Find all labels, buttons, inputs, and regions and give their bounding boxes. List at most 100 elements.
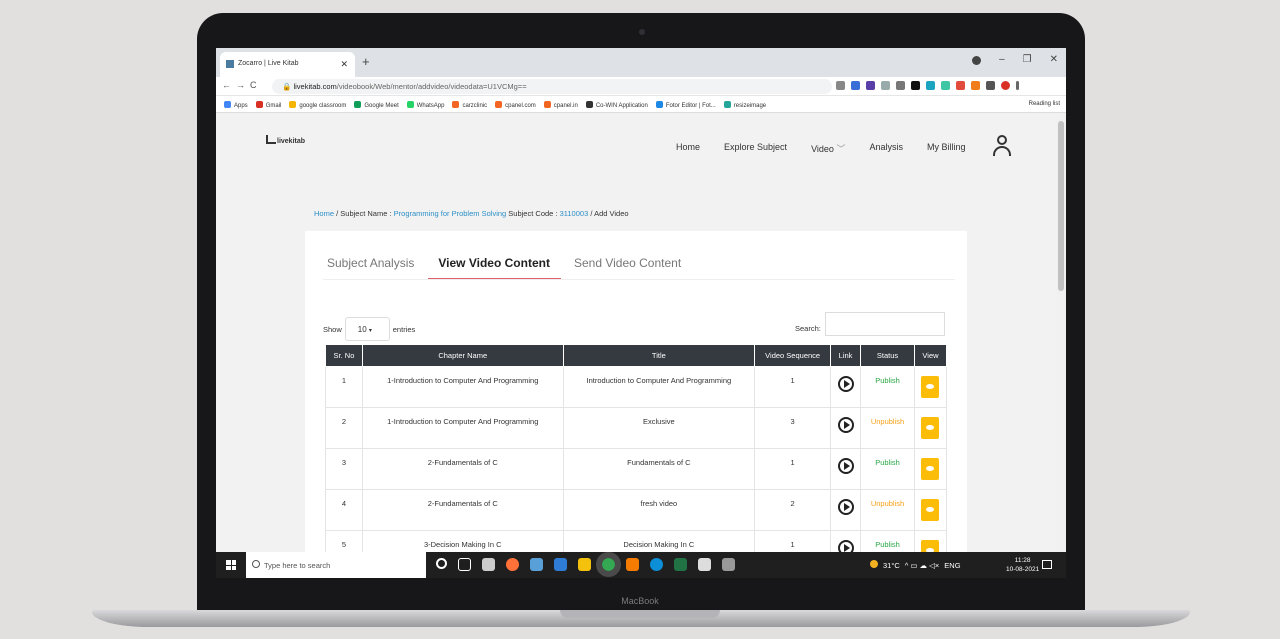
eye-icon[interactable]: [921, 417, 940, 439]
close-window-button[interactable]: ✕: [1050, 54, 1058, 65]
profile-avatar[interactable]: [1001, 81, 1010, 90]
maximize-button[interactable]: ❐: [1023, 54, 1032, 65]
system-tray: 31°C ^ ▭ ☁ ◁× ENG: [870, 560, 961, 570]
bookmark[interactable]: cpanel.com: [495, 101, 536, 112]
cell-title: Exclusive: [562, 407, 756, 449]
column-header[interactable]: Title: [562, 344, 756, 367]
url-field[interactable]: 🔒 livekitab.com/videobook/Web/mentor/add…: [272, 79, 832, 94]
cortana-icon[interactable]: [436, 558, 447, 569]
store-icon[interactable]: [698, 558, 711, 571]
entries-select[interactable]: 10 ▾: [344, 317, 390, 341]
column-header[interactable]: Status: [860, 344, 915, 367]
bookmark[interactable]: Apps: [224, 101, 248, 112]
chrome-icon[interactable]: [596, 552, 621, 577]
tab-view-video-content[interactable]: View Video Content: [428, 256, 561, 280]
eye-icon[interactable]: [921, 540, 940, 552]
play-icon[interactable]: [837, 499, 854, 515]
site-logo[interactable]: livekitab: [266, 135, 305, 145]
app-icon[interactable]: [530, 558, 543, 571]
search-input[interactable]: [824, 312, 945, 336]
cell-title: Introduction to Computer And Programming: [562, 366, 756, 408]
menu-icon[interactable]: [1016, 81, 1019, 90]
tab-send-video-content[interactable]: Send Video Content: [574, 256, 692, 280]
minimize-button[interactable]: –: [999, 54, 1005, 65]
eye-icon[interactable]: [921, 376, 940, 398]
close-tab-icon[interactable]: ✕: [340, 59, 348, 70]
eye-icon[interactable]: [921, 499, 940, 521]
cell-seq: 1: [754, 530, 832, 552]
column-header[interactable]: Video Sequence: [754, 344, 832, 367]
extension-icon[interactable]: [851, 81, 860, 90]
file-explorer-icon[interactable]: [578, 558, 591, 571]
app-icon[interactable]: [674, 558, 687, 571]
bookmark[interactable]: resizeimage: [723, 101, 766, 112]
bookmark[interactable]: Gmail: [255, 101, 281, 112]
weather-temp[interactable]: 31°C: [883, 561, 900, 570]
app-icon[interactable]: [722, 558, 735, 571]
record-icon[interactable]: [972, 56, 982, 65]
status-badge: Unpublish: [860, 489, 915, 531]
breadcrumb-code[interactable]: 3110003: [560, 209, 589, 218]
breadcrumb-subject[interactable]: Programming for Problem Solving: [394, 209, 507, 218]
extension-icon[interactable]: [911, 81, 920, 90]
taskbar-clock[interactable]: 11:28 10-08-2021: [1006, 556, 1039, 574]
notification-icon[interactable]: [1042, 560, 1052, 569]
bookmark[interactable]: google classroom: [289, 101, 346, 112]
bookmark[interactable]: carzclinic: [452, 101, 487, 112]
column-header[interactable]: View: [913, 344, 948, 367]
window-controls: – ❐ ✕: [972, 54, 1058, 65]
edge-icon[interactable]: [650, 558, 663, 571]
extension-icon[interactable]: [881, 81, 890, 90]
user-icon[interactable]: [992, 135, 1012, 157]
address-bar-row: ←→C 🔒 livekitab.com/videobook/Web/mentor…: [216, 77, 1066, 96]
table-row: 4 2-Fundamentals of C fresh video 2 Unpu…: [325, 489, 948, 531]
task-view-icon[interactable]: [458, 558, 471, 571]
nav-buttons[interactable]: ←→C: [222, 80, 262, 90]
nav-video[interactable]: Video ﹀: [811, 142, 845, 155]
nav-my-billing[interactable]: My Billing: [927, 142, 966, 155]
nav-explore-subject[interactable]: Explore Subject: [724, 142, 787, 155]
column-header[interactable]: Chapter Name: [361, 344, 564, 367]
nav-home[interactable]: Home: [676, 142, 700, 155]
extension-icon[interactable]: [941, 81, 950, 90]
play-icon[interactable]: [837, 540, 854, 552]
input-language[interactable]: ENG: [944, 561, 960, 570]
bookmark[interactable]: WhatsApp: [406, 101, 444, 112]
page-scrollbar[interactable]: [1056, 113, 1066, 552]
reading-list-button[interactable]: Reading list: [1029, 101, 1060, 107]
play-icon[interactable]: [837, 417, 854, 433]
windows-start-icon[interactable]: [226, 560, 236, 570]
vlc-icon[interactable]: [626, 558, 639, 571]
taskbar-search-input[interactable]: Type here to search: [246, 552, 426, 578]
new-tab-button[interactable]: +: [362, 54, 370, 69]
extension-icon[interactable]: [896, 81, 905, 90]
cell-title: Fundamentals of C: [562, 448, 756, 490]
play-icon[interactable]: [837, 458, 854, 474]
eye-icon[interactable]: [921, 458, 940, 480]
extension-icon[interactable]: [866, 81, 875, 90]
extension-icon[interactable]: [971, 81, 980, 90]
extension-icon[interactable]: [956, 81, 965, 90]
settings-icon[interactable]: [482, 558, 495, 571]
column-header[interactable]: Sr. No: [325, 344, 363, 367]
bookmark[interactable]: Google Meet: [354, 101, 399, 112]
extension-icon[interactable]: [926, 81, 935, 90]
bookmark[interactable]: Co-WIN Application: [585, 101, 648, 112]
column-header[interactable]: Link: [830, 344, 862, 367]
tab-subject-analysis[interactable]: Subject Analysis: [327, 256, 425, 280]
weather-icon[interactable]: [870, 560, 878, 568]
status-badge: Publish: [860, 448, 915, 490]
browser-tab[interactable]: Zocarro | Live Kitab ✕: [220, 52, 355, 77]
firefox-icon[interactable]: [506, 558, 519, 571]
puzzle-icon[interactable]: [986, 81, 995, 90]
star-icon[interactable]: [836, 81, 845, 90]
bookmark[interactable]: Fotor Editor | Fot...: [655, 101, 716, 112]
bookmark[interactable]: cpanel.in: [543, 101, 578, 112]
browser-tabbar: Zocarro | Live Kitab ✕ + – ❐ ✕: [216, 48, 1066, 77]
play-icon[interactable]: [837, 376, 854, 392]
cell-chapter: 3-Decision Making In C: [361, 530, 564, 552]
breadcrumb-home[interactable]: Home: [314, 209, 334, 218]
app-icon[interactable]: [554, 558, 567, 571]
nav-analysis[interactable]: Analysis: [869, 142, 903, 155]
tray-icons[interactable]: ^ ▭ ☁ ◁×: [905, 561, 940, 570]
